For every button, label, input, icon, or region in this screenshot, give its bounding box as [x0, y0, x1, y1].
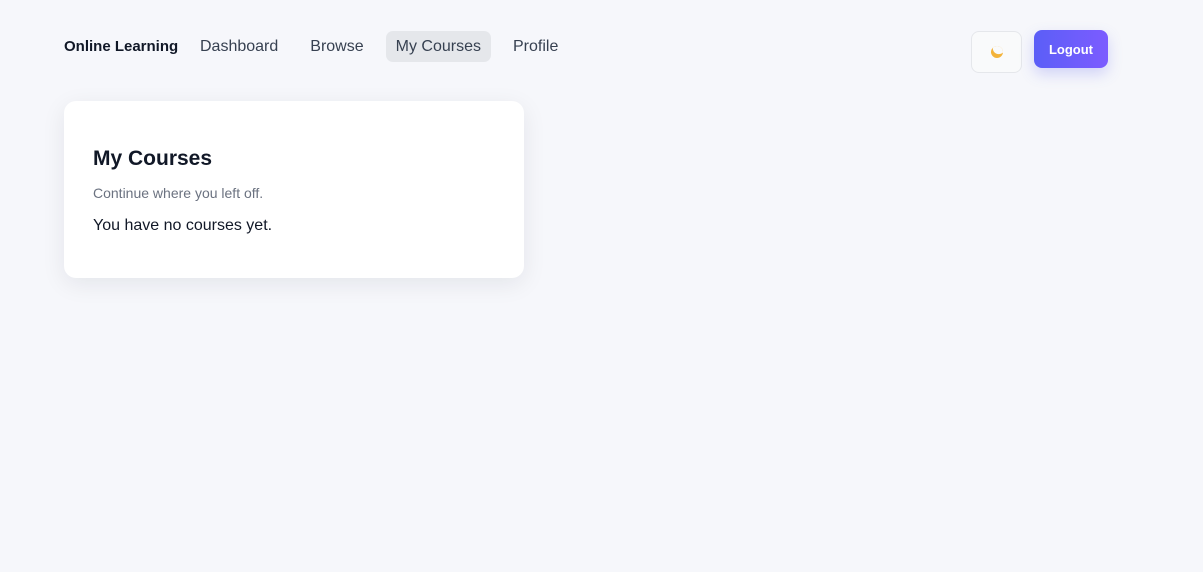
my-courses-card: My Courses Continue where you left off. …	[64, 101, 524, 278]
top-navigation-bar: Online Learning Dashboard Browse My Cour…	[0, 0, 1203, 92]
empty-state-message: You have no courses yet.	[93, 217, 273, 234]
moon-icon	[988, 44, 1005, 60]
theme-toggle-button[interactable]	[971, 31, 1022, 73]
nav-item-dashboard[interactable]: Dashboard	[190, 31, 288, 62]
brand-logo-text[interactable]: Online Learning	[64, 37, 178, 57]
page-title: My Courses	[93, 147, 213, 170]
logout-button[interactable]: Logout	[1034, 30, 1108, 68]
nav-item-profile[interactable]: Profile	[503, 31, 568, 62]
nav-item-my-courses[interactable]: My Courses	[385, 31, 491, 62]
page-subtitle: Continue where you left off.	[93, 185, 264, 201]
main-nav: Dashboard Browse My Courses Profile	[190, 31, 580, 62]
nav-item-browse[interactable]: Browse	[300, 31, 373, 62]
